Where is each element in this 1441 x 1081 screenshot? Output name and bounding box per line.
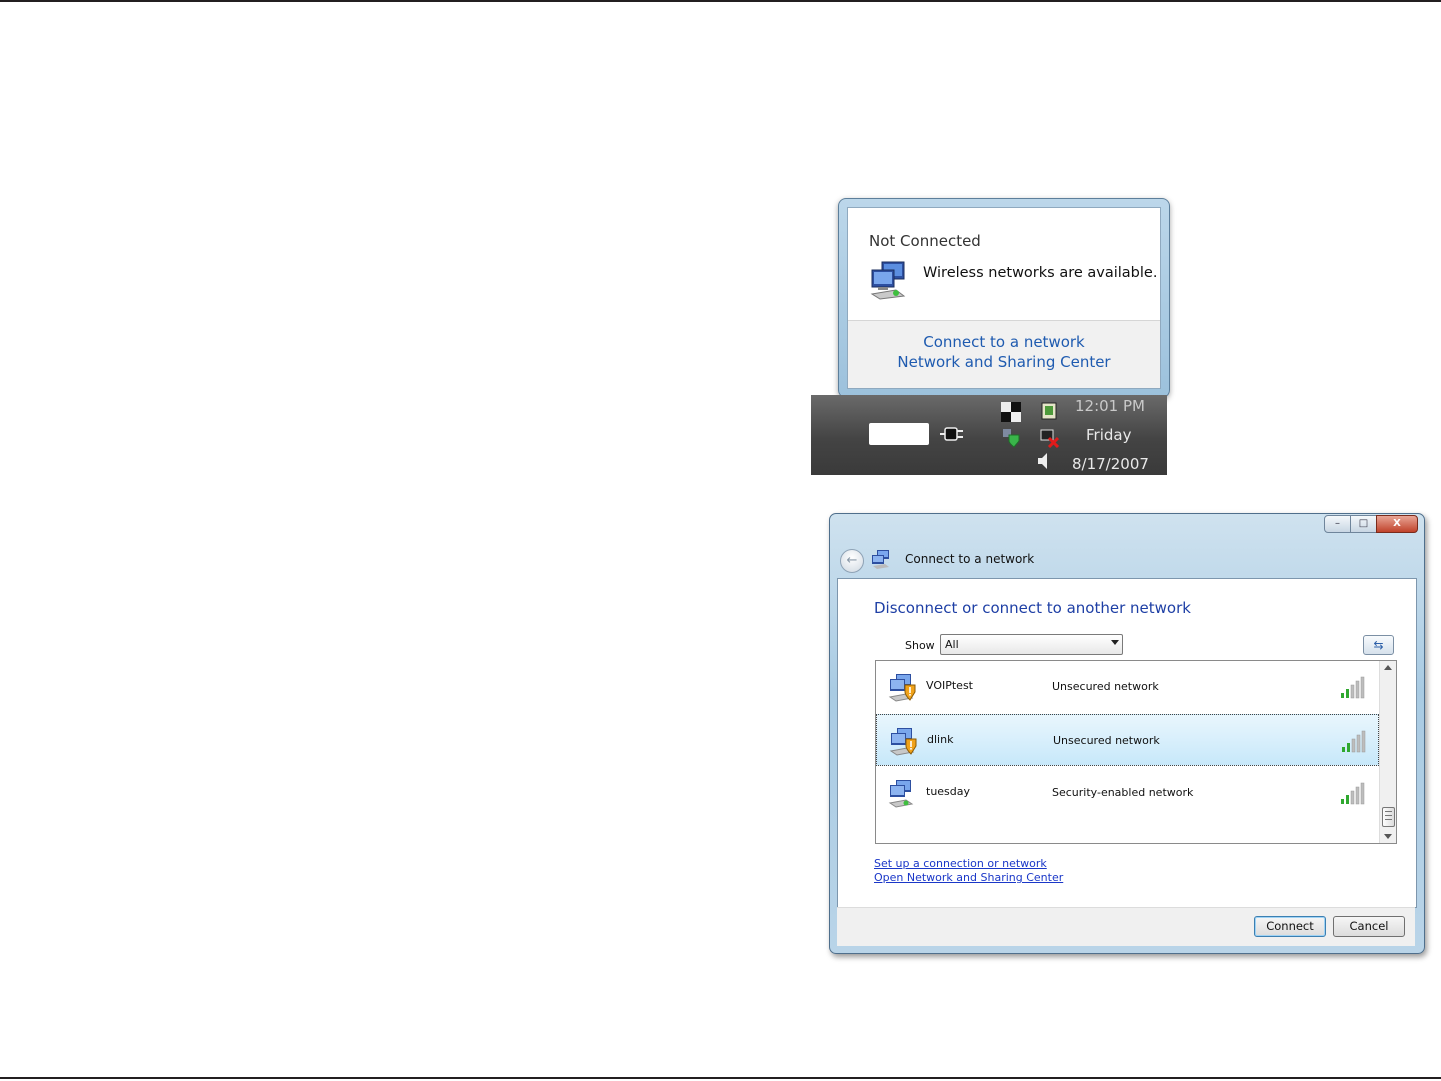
- show-filter-value: All: [945, 638, 959, 651]
- page-heading: Disconnect or connect to another network: [874, 599, 1191, 617]
- shield-warning-icon: [889, 728, 917, 756]
- setup-connection-link[interactable]: Set up a connection or network: [874, 857, 1047, 870]
- network-row-dlink[interactable]: dlink Unsecured network: [876, 714, 1379, 766]
- network-disconnected-icon[interactable]: [1039, 428, 1059, 448]
- network-row-voiptest[interactable]: VOIPtest Unsecured network: [876, 661, 1379, 713]
- network-list[interactable]: VOIPtest Unsecured network dlink Unsecur…: [875, 660, 1397, 844]
- network-security: Security-enabled network: [1052, 786, 1194, 799]
- signal-bars-icon: [1341, 676, 1365, 699]
- network-name: VOIPtest: [926, 679, 973, 692]
- scroll-up-arrow-icon[interactable]: [1384, 665, 1392, 670]
- show-filter-dropdown[interactable]: All: [940, 634, 1123, 655]
- balloon-body: Not Connected Wireless networks are avai…: [847, 207, 1161, 389]
- refresh-icon[interactable]: ⇆: [1363, 635, 1394, 655]
- network-security: Unsecured network: [1053, 734, 1160, 747]
- list-scrollbar[interactable]: [1379, 661, 1396, 843]
- scroll-down-arrow-icon[interactable]: [1384, 834, 1392, 839]
- clock-time[interactable]: 12:01 PM: [1075, 397, 1145, 415]
- back-arrow-icon[interactable]: ←: [840, 549, 864, 573]
- close-button[interactable]: X: [1376, 515, 1418, 533]
- network-security: Unsecured network: [1052, 680, 1159, 693]
- bottom-rule: [0, 1077, 1441, 1079]
- cancel-button[interactable]: Cancel: [1333, 916, 1405, 937]
- safely-remove-hardware-icon[interactable]: [1039, 401, 1059, 421]
- shield-warning-icon: [888, 674, 916, 702]
- speaker-icon[interactable]: [1035, 451, 1055, 471]
- clock-day[interactable]: Friday: [1086, 426, 1131, 444]
- open-sharing-center-link[interactable]: Open Network and Sharing Center: [874, 871, 1063, 884]
- network-name: dlink: [927, 733, 954, 746]
- window-title: Connect to a network: [905, 552, 1035, 566]
- dialog-footer: Connect Cancel: [837, 907, 1415, 946]
- dialog-content: Disconnect or connect to another network…: [837, 578, 1417, 908]
- signal-bars-icon: [1342, 730, 1366, 753]
- balloon-sharing-center-link[interactable]: Network and Sharing Center: [848, 353, 1160, 371]
- minimize-button[interactable]: –: [1324, 515, 1351, 533]
- network-icon: [888, 780, 914, 808]
- balloon-connect-link[interactable]: Connect to a network: [848, 333, 1160, 351]
- window-controls: – □ X: [1324, 515, 1418, 533]
- network-notification-balloon: Not Connected Wireless networks are avai…: [838, 198, 1170, 398]
- balloon-title: Not Connected: [869, 232, 981, 250]
- balloon-message: Wireless networks are available.: [923, 265, 1158, 281]
- network-icon: [870, 261, 906, 300]
- connect-to-network-dialog: – □ X ← Connect to a network Disconnect …: [829, 513, 1425, 954]
- scroll-thumb[interactable]: [1382, 807, 1395, 827]
- balloon-footer: Connect to a network Network and Sharing…: [848, 320, 1160, 388]
- network-row-tuesday[interactable]: tuesday Security-enabled network: [876, 767, 1379, 819]
- top-rule: [0, 0, 1441, 2]
- network-icon: [872, 550, 889, 569]
- clock-date[interactable]: 8/17/2007: [1072, 455, 1149, 473]
- signal-bars-icon: [1341, 782, 1365, 805]
- show-label: Show: [905, 639, 935, 652]
- network-activity-icon[interactable]: [1001, 402, 1021, 422]
- network-name: tuesday: [926, 785, 971, 798]
- taskbar-tray: 12:01 PM Friday 8/17/2007: [811, 395, 1167, 475]
- chevron-down-icon: [1111, 640, 1119, 645]
- maximize-button[interactable]: □: [1350, 515, 1377, 533]
- power-plug-icon[interactable]: [939, 425, 965, 443]
- connect-button[interactable]: Connect: [1254, 916, 1326, 937]
- tray-blank-item: [869, 423, 929, 445]
- security-center-icon[interactable]: [1001, 428, 1021, 448]
